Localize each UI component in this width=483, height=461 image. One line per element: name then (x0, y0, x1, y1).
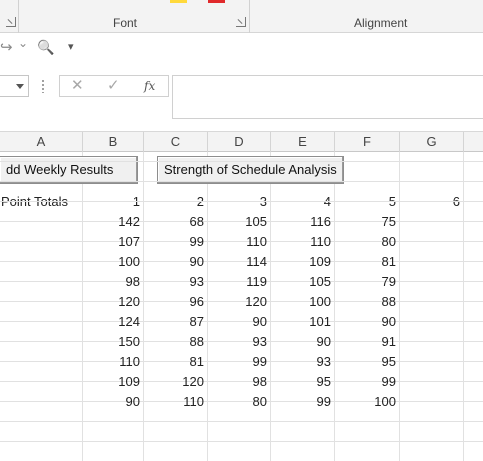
customize-toolbar-icon[interactable]: ▾ (68, 42, 74, 53)
worksheet-grid[interactable]: dd Weekly Results Strength of Schedule A… (0, 152, 483, 461)
point-totals-label[interactable]: Point Totals (0, 192, 82, 212)
grid-line (0, 181, 483, 182)
score-cell[interactable]: 93 (208, 332, 270, 352)
quick-access-toolbar: ↪ ⌄ 🔍 ▾ (0, 33, 483, 67)
score-cell[interactable]: 93 (271, 352, 334, 372)
score-cell[interactable]: 100 (271, 292, 334, 312)
score-cell[interactable]: 90 (83, 392, 143, 412)
score-cell[interactable]: 68 (144, 212, 207, 232)
redo-dropdown-icon[interactable]: ⌄ (18, 37, 28, 49)
score-cell[interactable]: 98 (83, 272, 143, 292)
score-cell[interactable]: 79 (335, 272, 399, 292)
score-cell[interactable]: 80 (335, 232, 399, 252)
score-cell[interactable]: 90 (208, 312, 270, 332)
score-cell[interactable]: 80 (208, 392, 270, 412)
column-header-b[interactable]: B (83, 132, 144, 152)
score-cell[interactable]: 90 (144, 252, 207, 272)
score-cell[interactable]: 105 (271, 272, 334, 292)
score-cell[interactable]: 107 (83, 232, 143, 252)
score-cell[interactable]: 95 (335, 352, 399, 372)
ribbon-separator (18, 0, 19, 33)
score-cell[interactable]: 150 (83, 332, 143, 352)
grid-line (0, 421, 483, 422)
ribbon: Font Alignment (0, 0, 483, 33)
score-cell[interactable]: 100 (83, 252, 143, 272)
alignment-group-label: Alignment (354, 16, 408, 30)
grid-line (0, 161, 483, 162)
score-cell[interactable]: 109 (83, 372, 143, 392)
score-cell[interactable]: 90 (335, 312, 399, 332)
score-cell[interactable]: 99 (144, 232, 207, 252)
score-cell[interactable]: 93 (144, 272, 207, 292)
formula-input[interactable] (172, 75, 483, 119)
week-header-6[interactable]: 6 (400, 192, 463, 212)
formula-bar-resize-handle[interactable] (42, 79, 44, 93)
font-group-label: Font (113, 16, 138, 30)
grid-line (0, 201, 483, 202)
column-header-d[interactable]: D (208, 132, 271, 152)
score-cell[interactable]: 95 (271, 372, 334, 392)
score-cell[interactable]: 91 (335, 332, 399, 352)
score-cell[interactable]: 105 (208, 212, 270, 232)
ribbon-separator (249, 0, 250, 33)
column-header-g[interactable]: G (400, 132, 464, 152)
score-cell[interactable]: 98 (208, 372, 270, 392)
redo-icon[interactable]: ↪ (0, 40, 13, 55)
score-cell[interactable]: 120 (144, 372, 207, 392)
score-cell[interactable]: 120 (208, 292, 270, 312)
column-header-e[interactable]: E (271, 132, 335, 152)
score-cell[interactable]: 110 (208, 232, 270, 252)
column-header-f[interactable]: F (335, 132, 400, 152)
score-cell[interactable]: 99 (208, 352, 270, 372)
name-box-dropdown-icon[interactable] (16, 84, 24, 89)
enter-icon[interactable]: ✓ (107, 78, 120, 93)
score-cell[interactable]: 87 (144, 312, 207, 332)
score-cell[interactable]: 120 (83, 292, 143, 312)
score-cell[interactable]: 81 (335, 252, 399, 272)
week-header-1[interactable]: 1 (83, 192, 143, 212)
score-cell[interactable]: 124 (83, 312, 143, 332)
week-header-4[interactable]: 4 (271, 192, 334, 212)
week-header-2[interactable]: 2 (144, 192, 207, 212)
formula-bar: ✕ ✓ fx (0, 67, 483, 131)
score-cell[interactable]: 75 (335, 212, 399, 232)
score-cell[interactable]: 99 (271, 392, 334, 412)
week-header-5[interactable]: 5 (335, 192, 399, 212)
font-color-swatch[interactable] (208, 0, 225, 3)
score-cell[interactable]: 110 (144, 392, 207, 412)
score-cell[interactable]: 116 (271, 212, 334, 232)
score-cell[interactable]: 88 (335, 292, 399, 312)
column-header-c[interactable]: C (144, 132, 208, 152)
score-cell[interactable]: 88 (144, 332, 207, 352)
score-cell[interactable]: 119 (208, 272, 270, 292)
score-cell[interactable]: 90 (271, 332, 334, 352)
highlight-color-swatch[interactable] (170, 0, 187, 3)
score-cell[interactable]: 142 (83, 212, 143, 232)
score-cell[interactable]: 110 (83, 352, 143, 372)
score-cell[interactable]: 114 (208, 252, 270, 272)
grid-line (463, 152, 464, 461)
score-cell[interactable]: 101 (271, 312, 334, 332)
grid-line (0, 441, 483, 442)
clipboard-dialog-launcher-icon[interactable] (6, 17, 16, 27)
insert-function-icon[interactable]: fx (144, 79, 155, 93)
column-header-a[interactable]: A (0, 132, 83, 152)
score-cell[interactable]: 81 (144, 352, 207, 372)
formula-buttons: ✕ ✓ fx (59, 75, 169, 97)
score-cell[interactable]: 99 (335, 372, 399, 392)
score-cell[interactable]: 109 (271, 252, 334, 272)
font-dialog-launcher-icon[interactable] (236, 17, 246, 27)
name-box[interactable] (0, 75, 29, 97)
score-cell[interactable]: 96 (144, 292, 207, 312)
column-headers: A B C D E F G (0, 131, 483, 152)
score-cell[interactable]: 110 (271, 232, 334, 252)
print-preview-icon[interactable]: 🔍 (37, 40, 54, 54)
cancel-icon[interactable]: ✕ (71, 78, 84, 93)
score-cell[interactable]: 100 (335, 392, 399, 412)
week-header-3[interactable]: 3 (208, 192, 270, 212)
